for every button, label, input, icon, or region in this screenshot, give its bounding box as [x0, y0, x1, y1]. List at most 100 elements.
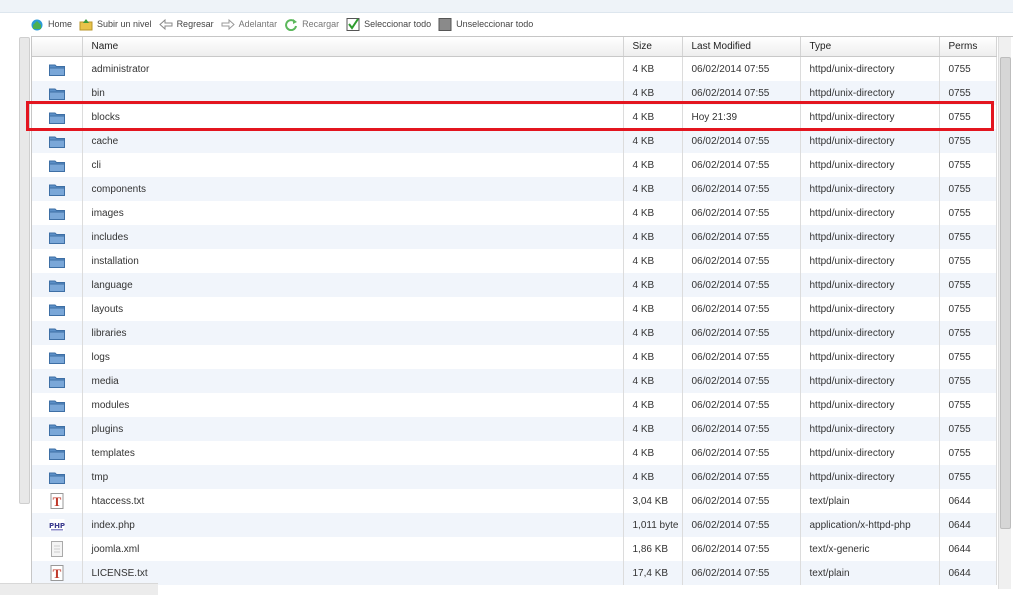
name-cell[interactable]: cli — [82, 153, 624, 177]
folder-icon — [48, 136, 65, 148]
name-column-header[interactable]: Name — [82, 37, 624, 57]
file-type-cell — [32, 129, 83, 153]
checkbox-empty-icon — [438, 17, 452, 31]
select-all-button[interactable]: Seleccionar todo — [346, 17, 431, 31]
type-column-header[interactable]: Type — [800, 37, 940, 57]
modified-cell: 06/02/2014 07:55 — [682, 225, 801, 249]
name-cell[interactable]: layouts — [82, 297, 624, 321]
home-button[interactable]: Home — [30, 18, 72, 31]
folder-icon — [48, 448, 65, 460]
table-row[interactable]: cache 4 KB 06/02/2014 07:55 httpd/unix-dire… — [32, 129, 997, 153]
folder-icon — [48, 184, 65, 196]
modified-column-header[interactable]: Last Modified — [682, 37, 801, 57]
forward-button[interactable]: Adelantar — [221, 18, 278, 31]
type-cell: httpd/unix-directory — [800, 177, 940, 201]
name-cell[interactable]: images — [82, 201, 624, 225]
size-cell: 4 KB — [623, 105, 683, 129]
left-panel-scrollbar[interactable] — [19, 37, 30, 504]
name-cell[interactable]: blocks — [82, 105, 624, 129]
name-cell[interactable]: media — [82, 369, 624, 393]
size-column-header[interactable]: Size — [623, 37, 683, 57]
file-type-cell — [32, 393, 83, 417]
table-row[interactable]: components 4 KB 06/02/2014 07:55 httpd/unix… — [32, 177, 997, 201]
type-cell: text/plain — [800, 561, 940, 585]
table-row[interactable]: installation 4 KB 06/02/2014 07:55 httpd/un… — [32, 249, 997, 273]
reload-icon — [285, 18, 298, 31]
scrollbar-thumb[interactable] — [1000, 57, 1011, 529]
file-type-cell — [32, 321, 83, 345]
name-cell[interactable]: installation — [82, 249, 624, 273]
perms-cell: 0755 — [939, 465, 997, 489]
table-row[interactable]: includes 4 KB 06/02/2014 07:55 httpd/unix-d… — [32, 225, 997, 249]
perms-cell: 0644 — [939, 537, 997, 561]
file-list-scrollbar[interactable] — [998, 37, 1011, 589]
name-cell[interactable]: language — [82, 273, 624, 297]
name-cell[interactable]: includes — [82, 225, 624, 249]
table-row[interactable]: templates 4 KB 06/02/2014 07:55 httpd/unix-… — [32, 441, 997, 465]
name-cell[interactable]: administrator — [82, 56, 624, 81]
size-cell: 4 KB — [623, 81, 683, 105]
forward-label: Adelantar — [238, 19, 278, 29]
size-cell: 3,04 KB — [623, 489, 683, 513]
file-type-cell: T — [32, 561, 83, 585]
file-type-cell — [32, 249, 83, 273]
folder-icon — [48, 232, 65, 244]
table-row[interactable]: blocks 4 KB Hoy 21:39 httpd/unix-directory 0… — [32, 105, 997, 129]
table-row[interactable]: modules 4 KB 06/02/2014 07:55 httpd/unix-di… — [32, 393, 997, 417]
table-row[interactable]: logs 4 KB 06/02/2014 07:55 httpd/unix-direc… — [32, 345, 997, 369]
table-row[interactable]: Thtaccess.txt 3,04 KB 06/02/2014 07:55 text… — [32, 489, 997, 513]
table-row[interactable]: language 4 KB 06/02/2014 07:55 httpd/unix-d… — [32, 273, 997, 297]
name-cell[interactable]: index.php — [82, 513, 624, 537]
name-cell[interactable]: bin — [82, 81, 624, 105]
back-button[interactable]: Regresar — [158, 18, 214, 31]
name-cell[interactable]: htaccess.txt — [82, 489, 624, 513]
name-cell[interactable]: logs — [82, 345, 624, 369]
name-cell[interactable]: joomla.xml — [82, 537, 624, 561]
home-label: Home — [48, 19, 73, 29]
type-cell: httpd/unix-directory — [800, 345, 940, 369]
perms-cell: 0755 — [939, 393, 997, 417]
name-cell[interactable]: plugins — [82, 417, 624, 441]
file-type-cell — [32, 369, 83, 393]
name-cell[interactable]: LICENSE.txt — [82, 561, 624, 585]
perms-cell: 0755 — [939, 249, 997, 273]
size-cell: 4 KB — [623, 225, 683, 249]
table-row[interactable]: layouts 4 KB 06/02/2014 07:55 httpd/unix-di… — [32, 297, 997, 321]
table-row[interactable]: administrator 4 KB 06/02/2014 07:55 httpd/u… — [32, 56, 997, 81]
name-cell[interactable]: modules — [82, 393, 624, 417]
perms-cell: 0755 — [939, 177, 997, 201]
folder-icon — [48, 112, 65, 124]
name-cell[interactable]: components — [82, 177, 624, 201]
table-row[interactable]: media 4 KB 06/02/2014 07:55 httpd/unix-dire… — [32, 369, 997, 393]
folder-icon — [48, 160, 65, 172]
folder-icon — [48, 400, 65, 412]
up-level-label: Subir un nivel — [97, 19, 152, 29]
unselect-all-button[interactable]: Unseleccionar todo — [438, 17, 533, 31]
name-cell[interactable]: libraries — [82, 321, 624, 345]
file-type-cell — [32, 537, 83, 561]
file-type-cell: T — [32, 489, 83, 513]
table-row[interactable]: bin 4 KB 06/02/2014 07:55 httpd/unix-direct… — [32, 81, 997, 105]
file-type-cell — [32, 56, 83, 81]
name-cell[interactable]: tmp — [82, 465, 624, 489]
table-row[interactable]: tmp 4 KB 06/02/2014 07:55 httpd/unix-direct… — [32, 465, 997, 489]
table-row[interactable]: PHP index.php 1,011 byte 06/02/2014 07:55 ap… — [32, 513, 997, 537]
file-type-cell — [32, 177, 83, 201]
size-cell: 1,011 byte — [623, 513, 683, 537]
table-row[interactable]: T LICENSE.txt 17,4 KB 06/02/2014 07:55 text/… — [32, 561, 997, 585]
modified-cell: 06/02/2014 07:55 — [682, 81, 801, 105]
table-row[interactable]: joomla.xml 1,86 KB 06/02/2014 07:55 text/x-… — [32, 537, 997, 561]
file-type-cell — [32, 81, 83, 105]
table-row[interactable]: cli 4 KB 06/02/2014 07:55 httpd/unix-direct… — [32, 153, 997, 177]
modified-cell: 06/02/2014 07:55 — [682, 345, 801, 369]
reload-button[interactable]: Recargar — [284, 18, 339, 31]
perms-column-header[interactable]: Perms — [939, 37, 997, 57]
svg-text:T: T — [52, 494, 61, 509]
name-cell[interactable]: cache — [82, 129, 624, 153]
table-row[interactable]: libraries 4 KB 06/02/2014 07:55 httpd/unix-… — [32, 321, 997, 345]
name-cell[interactable]: templates — [82, 441, 624, 465]
table-row[interactable]: plugins 4 KB 06/02/2014 07:55 httpd/unix-di… — [32, 417, 997, 441]
type-cell: httpd/unix-directory — [800, 105, 940, 129]
up-level-button[interactable]: Subir un nivel — [79, 18, 152, 31]
table-row[interactable]: images 4 KB 06/02/2014 07:55 httpd/unix-dir… — [32, 201, 997, 225]
